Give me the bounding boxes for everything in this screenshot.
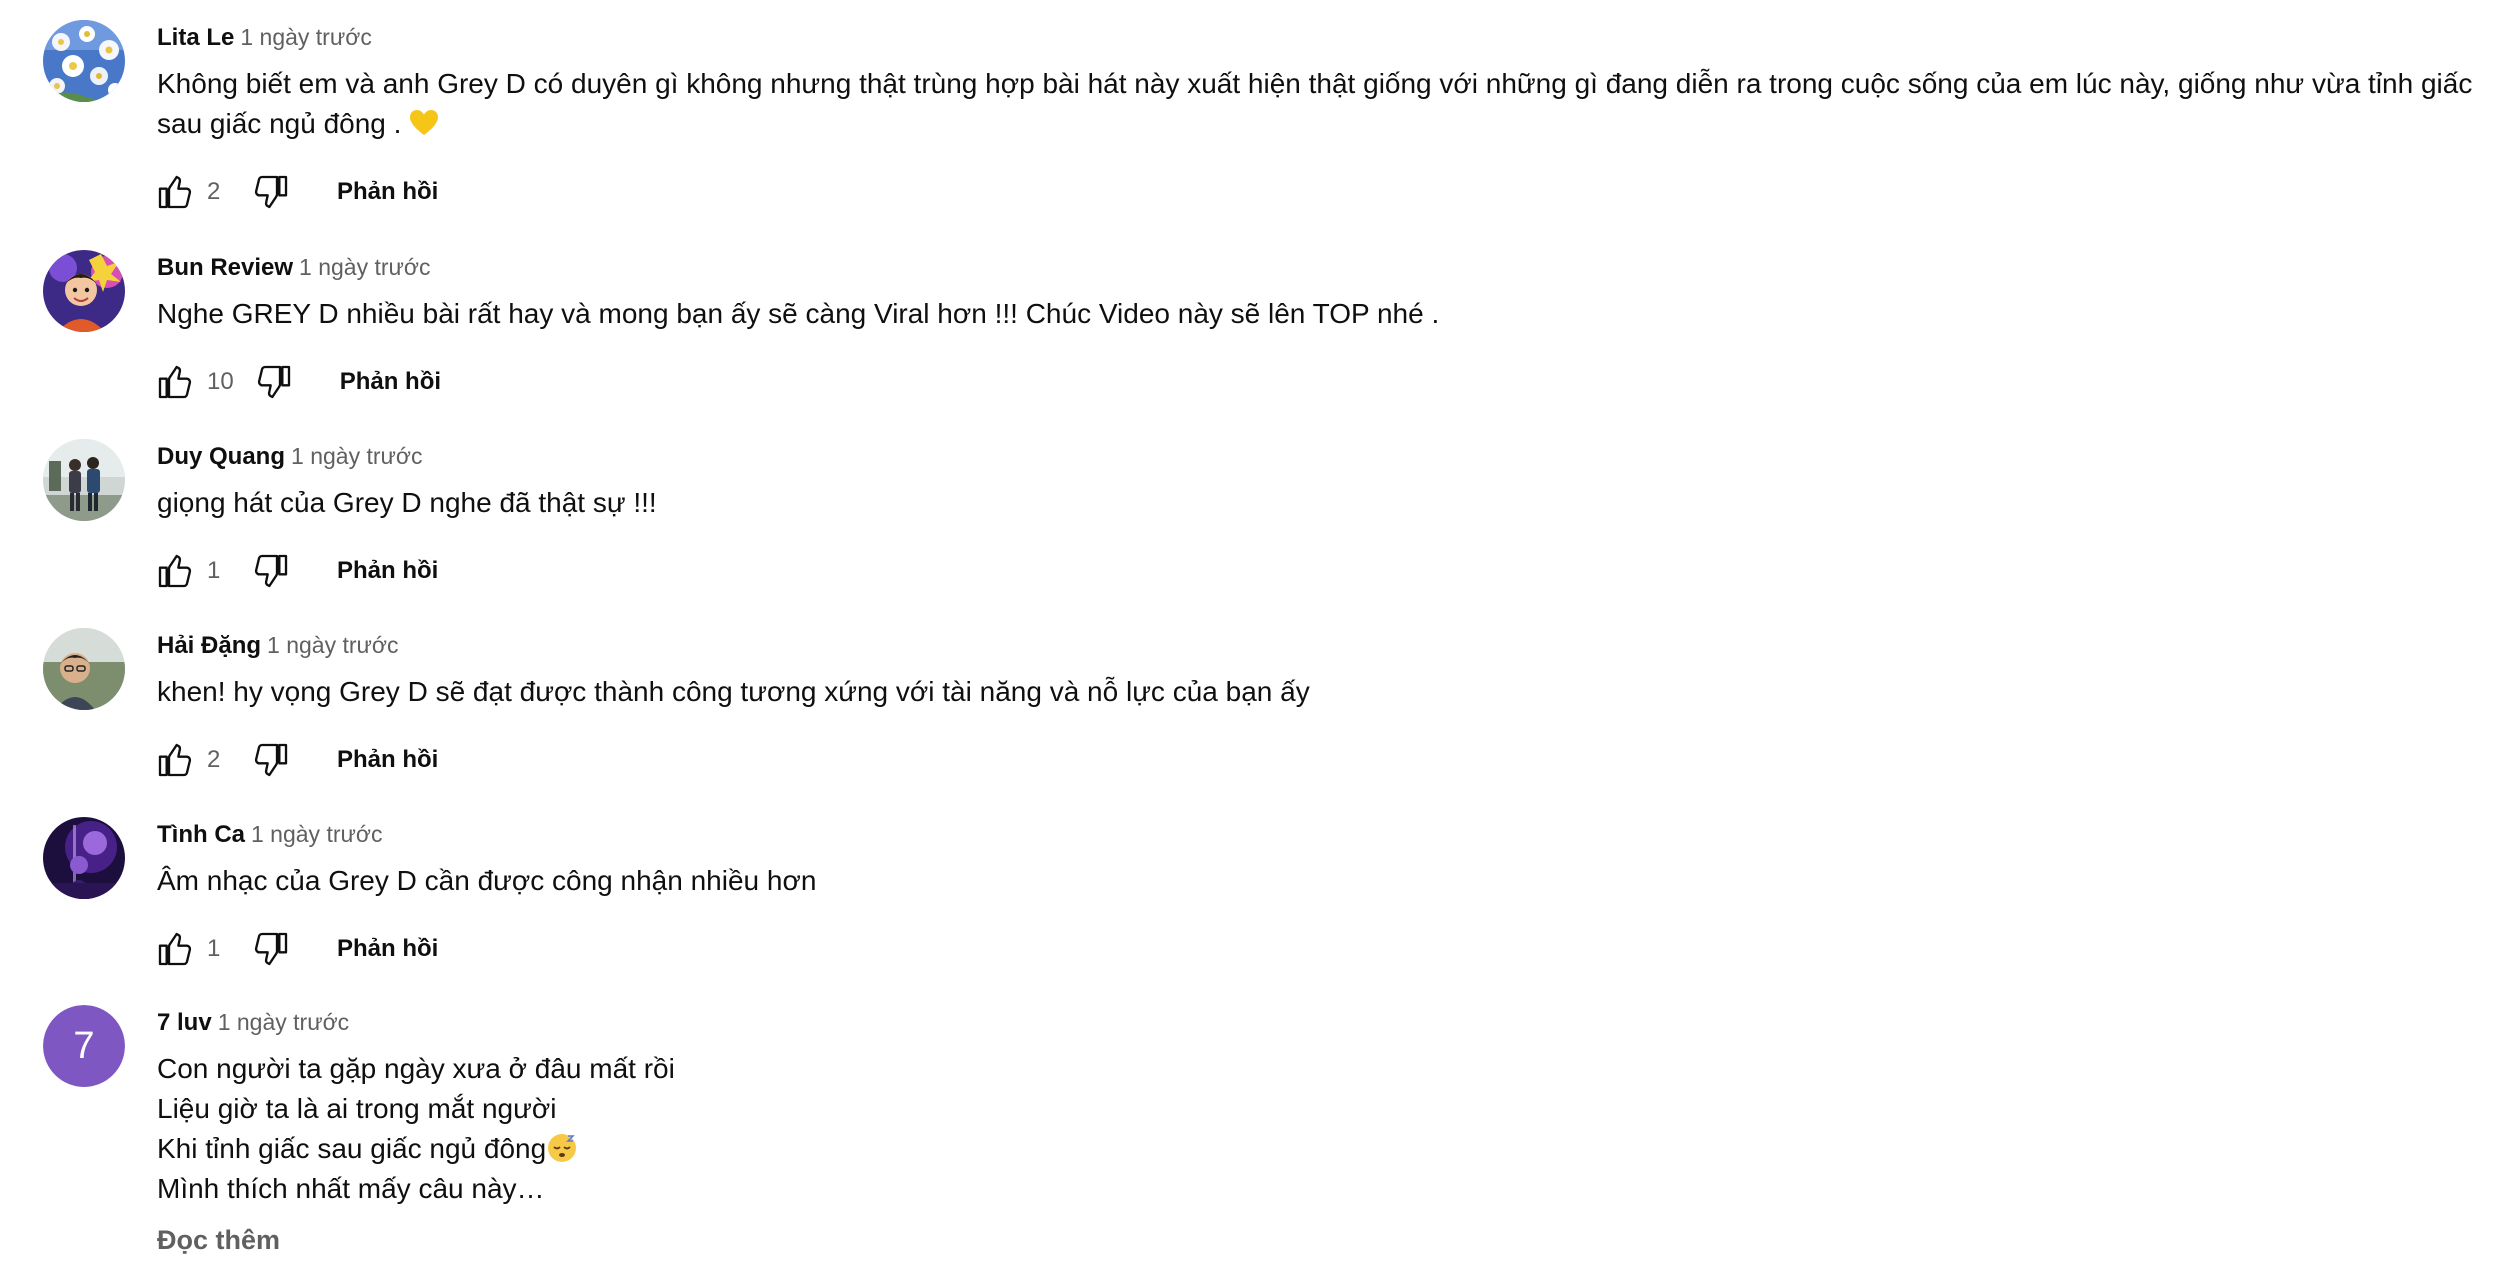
comment-line: Mình thích nhất mấy câu này…: [157, 1173, 545, 1204]
comment-author[interactable]: Duy Quang: [157, 443, 285, 470]
comment-body: Lita Le 1 ngày trước Không biết em và anh…: [157, 20, 2514, 222]
comment-line: Liệu giờ ta là ai trong mắt người: [157, 1093, 557, 1124]
sleeping-face-icon: [546, 1133, 578, 1164]
like-button[interactable]: [153, 927, 197, 971]
comment-header: Hải Đặng 1 ngày trước: [157, 630, 2514, 660]
comment-body: Tình Ca 1 ngày trước Âm nhạc của Grey D c…: [157, 817, 2514, 979]
comment-author[interactable]: Hải Đặng: [157, 632, 261, 659]
reply-button[interactable]: Phản hồi: [337, 746, 438, 774]
avatar-flowers-image: [43, 20, 125, 102]
comment-actions: 1 Phản hồi: [157, 919, 2514, 979]
comment-text: Âm nhạc của Grey D cần được công nhận nh…: [157, 865, 817, 896]
comments-section: Lita Le 1 ngày trước Không biết em và anh…: [0, 0, 2514, 1270]
comment-time[interactable]: 1 ngày trước: [267, 632, 398, 658]
comment-author[interactable]: Bun Review: [157, 254, 293, 281]
comment-time[interactable]: 1 ngày trước: [240, 24, 371, 50]
like-button[interactable]: [153, 360, 197, 404]
read-more-button[interactable]: Đọc thêm: [157, 1225, 2514, 1256]
comment-text: Không biết em và anh Grey D có duyên gì …: [157, 64, 2514, 144]
like-button[interactable]: [153, 738, 197, 782]
comment-header: Duy Quang 1 ngày trước: [157, 441, 2514, 471]
avatar-portrait-image: [43, 628, 125, 710]
thumbs-up-icon: [158, 365, 192, 399]
avatar-letter: 7: [43, 1005, 125, 1087]
comment-author[interactable]: Lita Le: [157, 24, 234, 51]
dislike-button[interactable]: [252, 360, 296, 404]
comment-line-text: Khi tỉnh giấc sau giấc ngủ đông: [157, 1133, 547, 1164]
dislike-button[interactable]: [249, 738, 293, 782]
comment-time[interactable]: 1 ngày trước: [291, 443, 422, 469]
comment-text: khen! hy vọng Grey D sẽ đạt được thành c…: [157, 676, 1310, 707]
comment-text: Nghe GREY D nhiều bài rất hay và mong bạ…: [157, 298, 1440, 329]
avatar-couple-image: [43, 439, 125, 521]
reply-button[interactable]: Phản hồi: [337, 557, 438, 585]
like-count: 1: [207, 557, 221, 584]
comment-actions: 2 Phản hồi: [157, 162, 2514, 222]
avatar[interactable]: [43, 817, 125, 899]
reply-button[interactable]: Phản hồi: [337, 178, 438, 206]
comment-time[interactable]: 1 ngày trước: [299, 254, 430, 280]
yellow-heart-icon: [409, 108, 439, 139]
thumbs-up-icon: [158, 932, 192, 966]
comment-actions: 10 Phản hồi: [157, 352, 2514, 412]
like-button[interactable]: [153, 170, 197, 214]
avatar[interactable]: [43, 439, 125, 521]
dislike-button[interactable]: [249, 927, 293, 971]
comment-actions: 1 Phản hồi: [157, 541, 2514, 601]
dislike-button[interactable]: [249, 549, 293, 593]
avatar[interactable]: [43, 628, 125, 710]
dislike-button[interactable]: [249, 170, 293, 214]
comment-text-content: Không biết em và anh Grey D có duyên gì …: [157, 68, 2481, 139]
like-button[interactable]: [153, 549, 197, 593]
comment-time[interactable]: 1 ngày trước: [218, 1009, 349, 1035]
comment-time[interactable]: 1 ngày trước: [251, 821, 382, 847]
avatar-purple-stage-image: [43, 817, 125, 899]
thumbs-down-icon: [254, 743, 288, 777]
thumbs-up-icon: [158, 743, 192, 777]
comment-header: Lita Le 1 ngày trước: [157, 22, 2514, 52]
like-count: 2: [207, 746, 221, 773]
reply-button[interactable]: Phản hồi: [340, 368, 441, 396]
avatar-cartoon-image: [43, 250, 125, 332]
comment-author[interactable]: 7 luv: [157, 1009, 212, 1036]
reply-button[interactable]: Phản hồi: [337, 935, 438, 963]
thumbs-down-icon: [257, 365, 290, 399]
comment-text: Con người ta gặp ngày xưa ở đâu mất rồi L…: [157, 1049, 2514, 1209]
avatar[interactable]: 7: [43, 1005, 125, 1087]
comment-header: Tình Ca 1 ngày trước: [157, 819, 2514, 849]
comment-line: Con người ta gặp ngày xưa ở đâu mất rồi: [157, 1053, 675, 1084]
thumbs-down-icon: [254, 554, 288, 588]
like-count: 2: [207, 178, 221, 205]
comment-text: giọng hát của Grey D nghe đã thật sự !!!: [157, 487, 657, 518]
comment-body: Duy Quang 1 ngày trước giọng hát của Grey…: [157, 439, 2514, 601]
avatar[interactable]: [43, 20, 125, 102]
comment-header: Bun Review 1 ngày trước: [157, 252, 2514, 282]
avatar[interactable]: [43, 250, 125, 332]
thumbs-up-icon: [158, 554, 192, 588]
comment-author[interactable]: Tình Ca: [157, 821, 245, 848]
thumbs-down-icon: [254, 932, 288, 966]
comment-body: 7 luv 1 ngày trước Con người ta gặp ngày …: [157, 1005, 2514, 1256]
comment-body: Hải Đặng 1 ngày trước khen! hy vọng Grey …: [157, 628, 2514, 790]
comment-line: Khi tỉnh giấc sau giấc ngủ đông: [157, 1129, 2514, 1169]
comment-body: Bun Review 1 ngày trước Nghe GREY D nhiều…: [157, 250, 2514, 412]
like-count: 1: [207, 935, 221, 962]
comment-actions: 2 Phản hồi: [157, 730, 2514, 790]
thumbs-down-icon: [254, 175, 288, 209]
comment-header: 7 luv 1 ngày trước: [157, 1007, 2514, 1037]
thumbs-up-icon: [158, 175, 192, 209]
like-count: 10: [207, 368, 234, 395]
